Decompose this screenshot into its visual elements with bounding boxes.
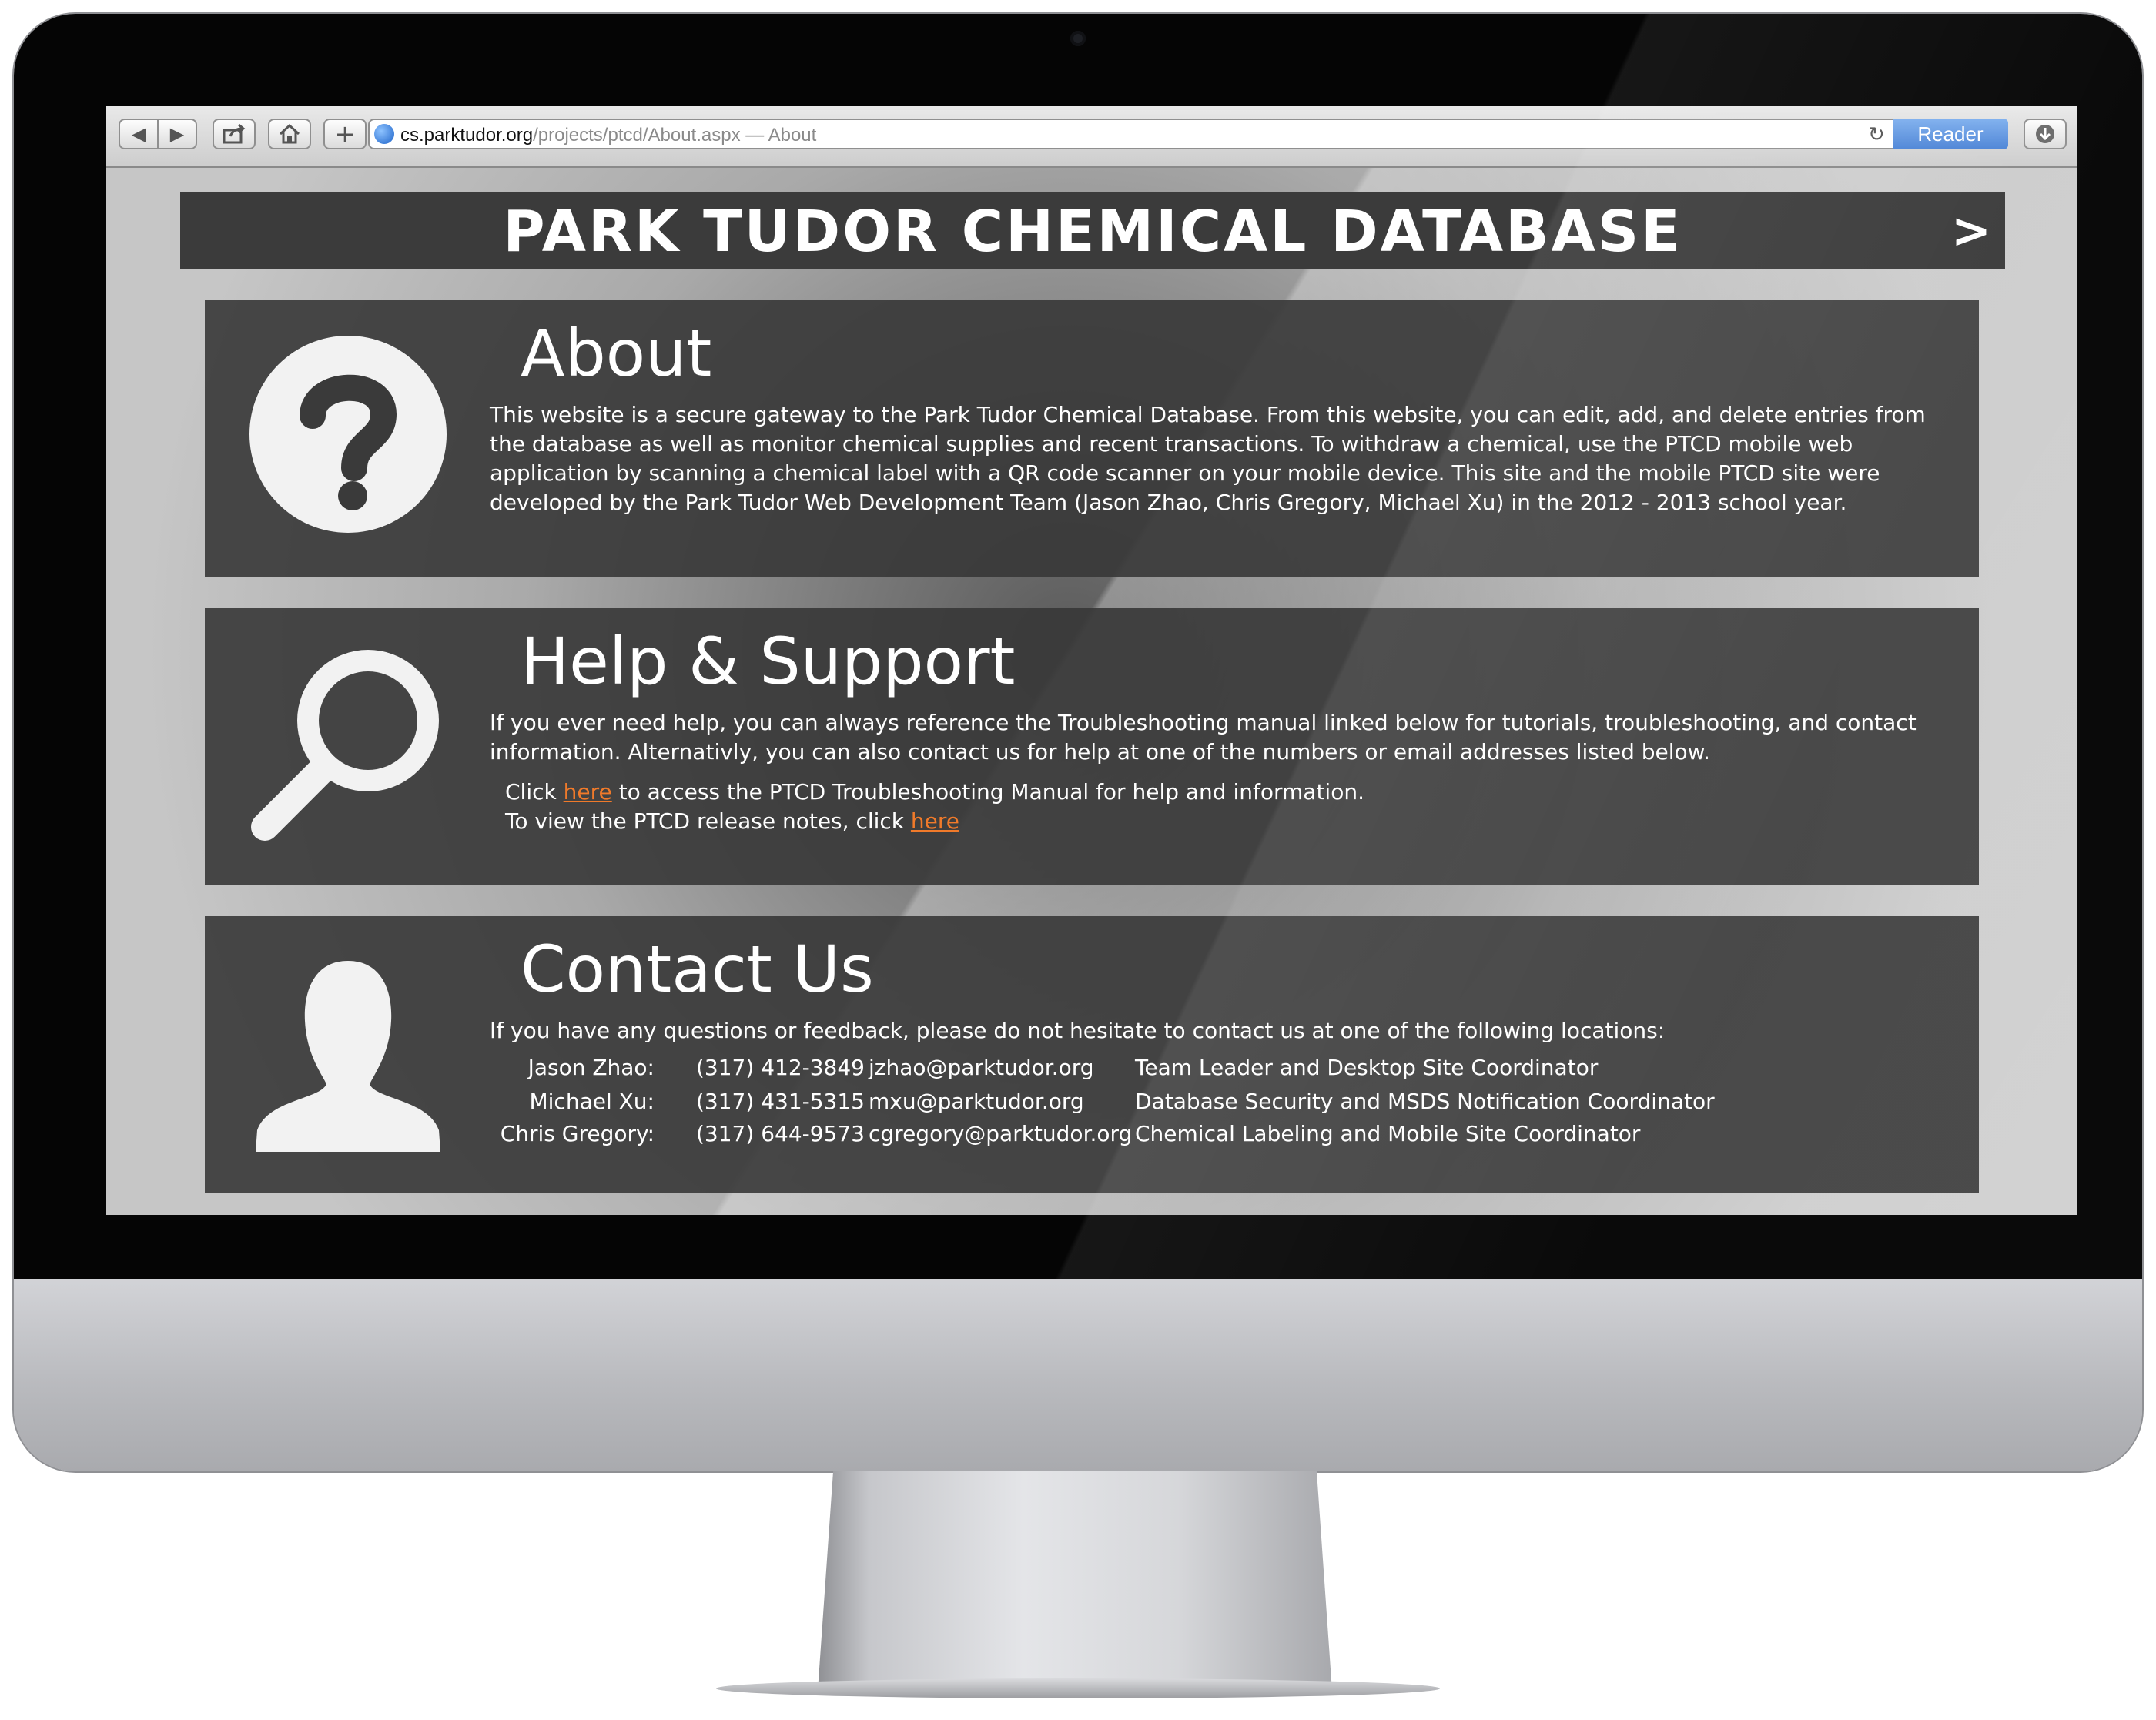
- imac-monitor: ◀ ▶ + cs.parktudor.org/projects/ptcd/Abo…: [14, 14, 2142, 1471]
- home-icon: [279, 123, 300, 144]
- help-text: If you ever need help, you can always re…: [490, 710, 1917, 765]
- contact-email: mxu@parktudor.org: [869, 1089, 1084, 1114]
- contact-name: Michael Xu:: [529, 1089, 654, 1114]
- contact-text: If you have any questions or feedback, p…: [490, 1018, 1666, 1043]
- share-button[interactable]: [213, 119, 256, 149]
- contact-role: Chemical Labeling and Mobile Site Coordi…: [1135, 1121, 1641, 1146]
- contact-phone: (317) 431-5315: [696, 1089, 865, 1114]
- url-host: cs.parktudor.org: [400, 125, 534, 146]
- url-text: cs.parktudor.org/projects/ptcd/About.asp…: [400, 125, 816, 146]
- contact-role: Team Leader and Desktop Site Coordinator: [1135, 1055, 1599, 1080]
- new-tab-button[interactable]: +: [323, 119, 367, 149]
- help-panel: Help & Support If you ever need help, yo…: [205, 608, 1979, 885]
- contact-row: Jason Zhao: (317) 412-3849 jzhao@parktud…: [205, 1052, 1976, 1084]
- magnifier-icon: [251, 650, 439, 841]
- plus-icon: +: [334, 119, 356, 149]
- camera-icon: [1070, 31, 1086, 46]
- contact-name: Chris Gregory:: [500, 1121, 654, 1146]
- manual-link-suffix: to access the PTCD Troubleshooting Manua…: [611, 779, 1364, 805]
- release-notes-link[interactable]: here: [911, 808, 959, 834]
- download-icon: [2036, 125, 2054, 143]
- manual-link-prefix: Click: [505, 779, 564, 805]
- monitor-chin: [14, 1279, 2142, 1471]
- contact-row: Chris Gregory: (317) 644-9573 cgregory@p…: [205, 1118, 1976, 1150]
- about-title: About: [521, 316, 712, 391]
- manual-link-line: Click here to access the PTCD Troublesho…: [505, 778, 1364, 807]
- contact-email: jzhao@parktudor.org: [869, 1055, 1094, 1080]
- browser-toolbar: ◀ ▶ + cs.parktudor.org/projects/ptcd/Abo…: [106, 106, 2077, 168]
- site-banner: PARK TUDOR CHEMICAL DATABASE >: [180, 192, 2005, 269]
- back-button[interactable]: ◀: [119, 119, 159, 149]
- downloads-button[interactable]: [2024, 119, 2067, 149]
- release-notes-prefix: To view the PTCD release notes, click: [505, 808, 911, 834]
- contact-role: Database Security and MSDS Notification …: [1135, 1089, 1715, 1114]
- manual-link[interactable]: here: [564, 779, 612, 805]
- about-panel: About This website is a secure gateway t…: [205, 300, 1979, 577]
- home-button[interactable]: [268, 119, 311, 149]
- share-icon: [223, 124, 246, 144]
- help-title: Help & Support: [521, 624, 1016, 699]
- address-bar[interactable]: cs.parktudor.org/projects/ptcd/About.asp…: [368, 119, 2008, 149]
- browser-screen: ◀ ▶ + cs.parktudor.org/projects/ptcd/Abo…: [106, 106, 2077, 1215]
- reader-button[interactable]: Reader: [1893, 119, 2008, 149]
- web-page: PARK TUDOR CHEMICAL DATABASE > About Thi…: [106, 168, 2077, 1215]
- forward-button[interactable]: ▶: [157, 119, 197, 149]
- contact-phone: (317) 412-3849: [696, 1055, 865, 1080]
- contact-email: cgregory@parktudor.org: [869, 1121, 1133, 1146]
- monitor-stand-base: [716, 1678, 1440, 1698]
- globe-icon: [374, 124, 394, 144]
- site-title: PARK TUDOR CHEMICAL DATABASE: [503, 199, 1682, 265]
- about-text: This website is a secure gateway to the …: [490, 402, 1926, 515]
- contact-panel: Contact Us If you have any questions or …: [205, 916, 1979, 1193]
- next-arrow-icon[interactable]: >: [1951, 192, 1991, 269]
- contact-name: Jason Zhao:: [527, 1055, 654, 1080]
- question-circle-icon: [249, 336, 447, 533]
- monitor-stand: [818, 1471, 1332, 1691]
- reload-icon[interactable]: ↻: [1868, 123, 1885, 146]
- contact-row: Michael Xu: (317) 431-5315 mxu@parktudor…: [205, 1086, 1976, 1118]
- release-notes-line: To view the PTCD release notes, click he…: [505, 807, 959, 836]
- forward-arrow-icon: ▶: [169, 123, 185, 145]
- contact-title: Contact Us: [521, 932, 874, 1007]
- contact-phone: (317) 644-9573: [696, 1121, 865, 1146]
- url-path: /projects/ptcd/About.aspx — About: [533, 125, 817, 146]
- back-arrow-icon: ◀: [131, 123, 146, 145]
